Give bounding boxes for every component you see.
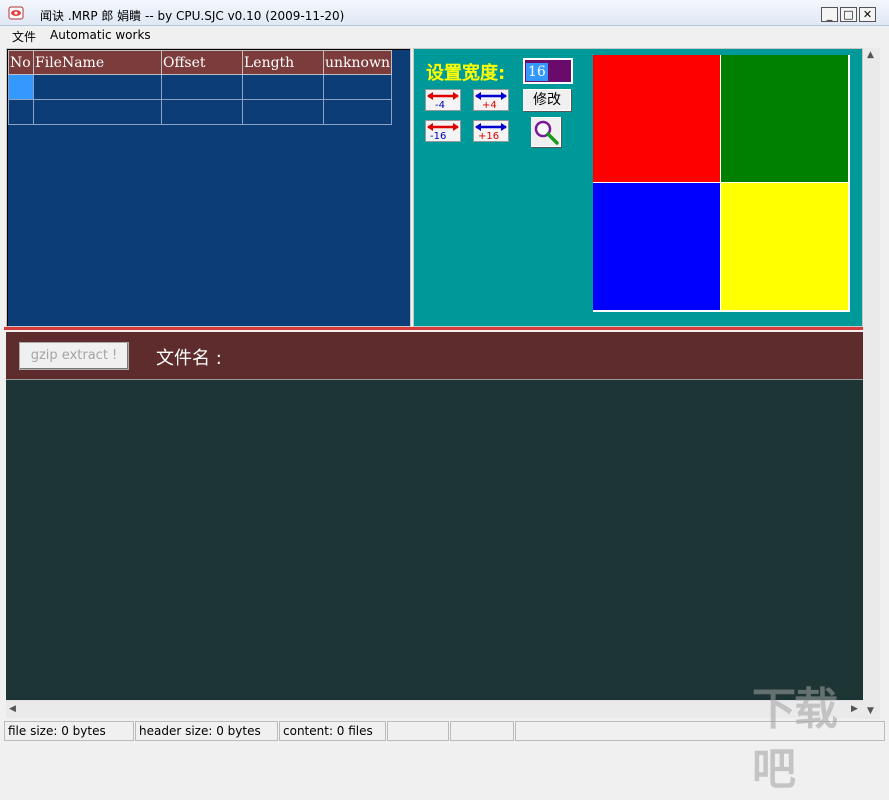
decrease-4-button[interactable]: -4 (425, 89, 461, 111)
watermark-logo: 下载吧 (752, 684, 838, 795)
app-icon (8, 6, 24, 20)
minimize-button[interactable]: _ (821, 7, 838, 22)
decrease-16-label: -16 (430, 131, 446, 142)
width-value[interactable]: 16 (526, 63, 548, 81)
width-label: 设置宽度: (426, 63, 506, 84)
status-cell-empty (387, 721, 449, 741)
zoom-button[interactable] (531, 117, 561, 147)
table-cell[interactable] (323, 99, 392, 125)
column-header-no[interactable]: No (8, 50, 34, 75)
increase-4-button[interactable]: +4 (473, 89, 509, 111)
horizontal-scrollbar[interactable]: ◀ ▶ (6, 700, 863, 718)
table-cell[interactable] (242, 74, 324, 100)
decrease-16-button[interactable]: -16 (425, 120, 461, 142)
file-list-panel[interactable]: No FileName Offset Length unknown (6, 48, 411, 327)
scroll-up-icon[interactable]: ▲ (867, 50, 874, 60)
status-cell-empty (450, 721, 514, 741)
filename-label: 文件名 : (156, 348, 222, 369)
increase-16-label: +16 (478, 131, 499, 142)
scroll-down-icon[interactable]: ▼ (867, 706, 874, 716)
column-header-filename[interactable]: FileName (33, 50, 162, 75)
status-content: content: 0 files (279, 721, 386, 741)
table-cell[interactable] (33, 74, 162, 100)
table-cell[interactable] (33, 99, 162, 125)
gzip-extract-button[interactable]: gzip extract ! (19, 342, 129, 370)
vertical-scrollbar[interactable]: ▲ ▼ (863, 48, 880, 720)
table-cell[interactable] (161, 99, 243, 125)
modify-button[interactable]: 修改 (523, 89, 571, 111)
splitter[interactable] (4, 327, 863, 330)
decrease-4-label: -4 (435, 100, 445, 111)
increase-16-button[interactable]: +16 (473, 120, 509, 142)
palette-cell-yellow (721, 183, 848, 310)
menu-bar: 文件 Automatic works (0, 26, 889, 46)
table-row[interactable] (8, 99, 392, 125)
menu-file[interactable]: 文件 (12, 28, 36, 45)
table-row[interactable] (8, 74, 392, 100)
window-title: 闻诀 .MRP 郎 娟瞶 -- by CPU.SJC v0.10 (2009-1… (40, 9, 345, 23)
status-content-text: content: 0 files (283, 724, 373, 738)
width-input[interactable]: 16 (523, 58, 573, 84)
table-cell[interactable] (8, 74, 34, 100)
menu-automatic-works[interactable]: Automatic works (50, 28, 151, 42)
image-preview-panel: 设置宽度: 16 -4 +4 -16 +16 修改 (413, 48, 863, 327)
palette-cell-blue (593, 183, 720, 310)
title-bar: 闻诀 .MRP 郎 娟瞶 -- by CPU.SJC v0.10 (2009-1… (0, 0, 889, 26)
maximize-button[interactable]: □ (840, 7, 857, 22)
color-preview[interactable] (593, 55, 850, 312)
close-button[interactable]: ✕ (859, 7, 876, 22)
status-header-size: header size: 0 bytes (135, 721, 278, 741)
magnifier-icon (534, 120, 559, 145)
file-table[interactable]: No FileName Offset Length unknown (8, 50, 392, 125)
table-cell[interactable] (323, 74, 392, 100)
table-cell[interactable] (8, 99, 34, 125)
content-area[interactable] (6, 380, 863, 700)
status-file-size: file size: 0 bytes (4, 721, 134, 741)
scroll-left-icon[interactable]: ◀ (9, 704, 16, 714)
column-header-offset[interactable]: Offset (161, 50, 243, 75)
table-cell[interactable] (161, 74, 243, 100)
table-cell[interactable] (242, 99, 324, 125)
increase-4-label: +4 (482, 100, 497, 111)
table-header-row: No FileName Offset Length unknown (8, 50, 392, 75)
extract-toolbar: gzip extract ! 文件名 : (6, 332, 863, 380)
column-header-length[interactable]: Length (242, 50, 324, 75)
palette-cell-red (593, 55, 720, 182)
column-header-unknown[interactable]: unknown (323, 50, 392, 75)
palette-cell-green (721, 55, 848, 182)
